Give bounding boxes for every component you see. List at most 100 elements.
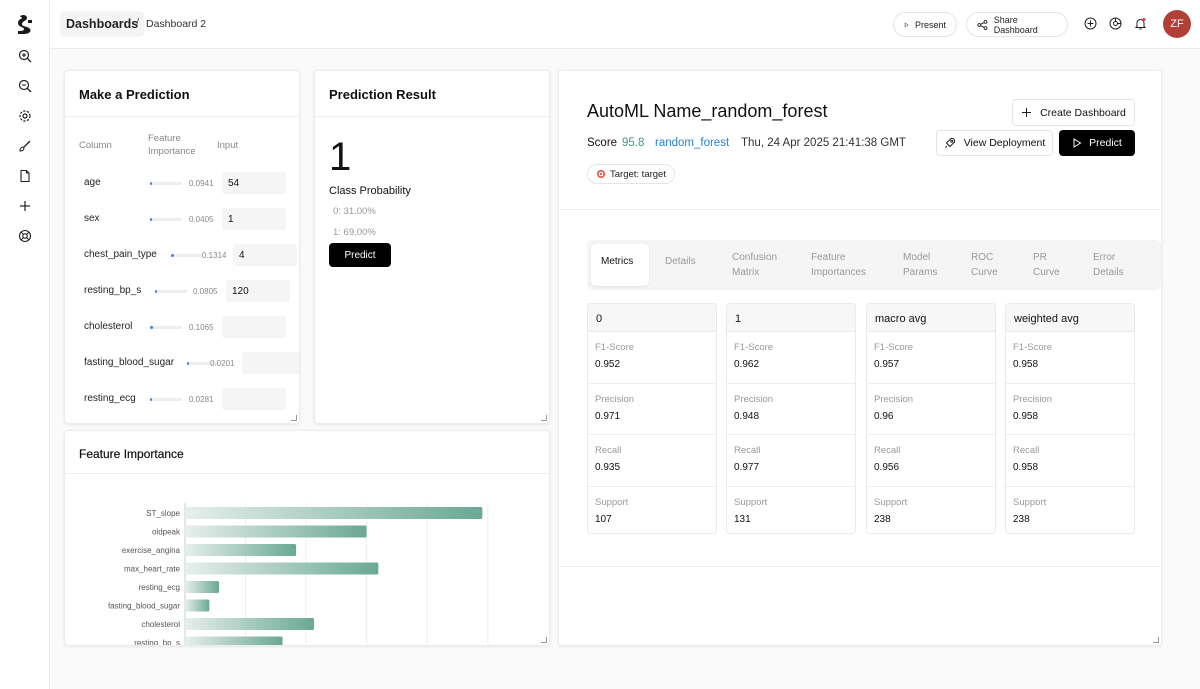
importance-value: 0.0941 [189, 179, 214, 188]
importance-bar-fill [150, 182, 152, 185]
feature-name: sex [84, 213, 100, 224]
tab-metrics[interactable]: Metrics [591, 244, 649, 286]
bar-resting_ecg[interactable] [185, 581, 220, 593]
column-header-column: Column [79, 140, 112, 151]
resize-handle[interactable] [541, 415, 547, 421]
notification-bell-icon[interactable] [1132, 15, 1148, 31]
tick-label-fasting_blood_sugar: fasting_blood_sugar [108, 602, 180, 611]
feature-input[interactable] [233, 244, 297, 266]
breadcrumb-dashboards[interactable]: Dashboards [60, 11, 145, 37]
tab-error[interactable]: Error Details [1093, 244, 1151, 286]
metric-cell-precision: Precision 0.96 [867, 384, 995, 435]
tab-label-line2: Curve [971, 267, 998, 278]
feature-row: fasting_blood_sugar 0.0201 [79, 352, 299, 374]
zoom-out-icon[interactable] [15, 76, 35, 96]
bar-max_heart_rate[interactable] [185, 562, 379, 575]
feature-name: age [84, 177, 101, 188]
metric-label: F1-Score [734, 342, 774, 353]
metric-value: 0.948 [734, 410, 760, 422]
feature-input[interactable] [222, 208, 286, 230]
metric-cell-f1: F1-Score 0.962 [727, 332, 855, 384]
importance-value: 0.0281 [189, 395, 214, 404]
metric-card: 1 F1-Score 0.962 Precision 0.948 Recall 0.977 S… [726, 303, 856, 534]
automl-predict-button[interactable]: Predict [1059, 130, 1135, 156]
theme-settings-icon[interactable] [1107, 15, 1123, 31]
metric-cell-recall: Recall 0.935 [588, 435, 716, 487]
document-icon[interactable] [15, 166, 35, 186]
tab-feature[interactable]: Feature Importances [811, 244, 891, 286]
share-dashboard-label: Share Dashboard [993, 14, 1038, 35]
present-button[interactable]: Present [893, 12, 957, 37]
bar-fasting_blood_sugar[interactable] [185, 599, 210, 612]
bar-resting_bp_s[interactable] [185, 636, 283, 647]
share-icon [977, 19, 988, 30]
importance-bar [171, 254, 203, 257]
plus-icon[interactable] [15, 196, 35, 216]
tab-label-line1: Error [1093, 252, 1116, 263]
tab-label-line1: Feature [811, 252, 846, 263]
column-header-importance: Feature Importance [148, 133, 196, 157]
prediction-result-title: Prediction Result [329, 87, 436, 102]
tab-model[interactable]: Model Params [903, 244, 957, 286]
model-link[interactable]: random_forest [655, 137, 729, 149]
importance-bar [150, 326, 182, 329]
metric-value: 0.962 [734, 359, 760, 370]
feature-input[interactable] [242, 352, 299, 374]
add-circle-icon[interactable] [1082, 15, 1098, 31]
view-deployment-label: View Deployment [963, 137, 1046, 149]
metric-label: Support [734, 496, 768, 508]
importance-bar-fill [150, 326, 153, 329]
automl-predict-label: Predict [1089, 137, 1122, 149]
tick-label-oldpeak: oldpeak [152, 528, 181, 537]
breadcrumb-separator: / [136, 17, 140, 29]
tab-details[interactable]: Details [665, 244, 719, 286]
tab-pr[interactable]: PR Curve [1033, 244, 1079, 286]
feature-input[interactable] [226, 280, 290, 302]
bar-oldpeak[interactable] [185, 525, 367, 538]
zoom-in-icon[interactable] [15, 46, 35, 66]
metric-value: 0.96 [874, 410, 894, 422]
app-logo-icon[interactable] [13, 12, 37, 36]
brush-icon[interactable] [15, 136, 35, 156]
bar-ST_slope[interactable] [185, 507, 483, 519]
metric-cell-f1: F1-Score 0.957 [867, 332, 995, 384]
metric-cell-precision: Precision 0.948 [727, 384, 855, 435]
importance-bar-fill [171, 254, 174, 257]
bar-cholesterol[interactable] [185, 618, 314, 630]
resize-handle[interactable] [1153, 637, 1159, 643]
score-label: Score [587, 137, 618, 149]
settings-icon[interactable] [15, 106, 35, 126]
feature-input[interactable] [222, 388, 286, 410]
importance-bar-fill [155, 290, 157, 293]
feature-input[interactable] [222, 172, 286, 194]
metric-cell-support: Support 131 [727, 487, 855, 534]
metric-cell-f1: F1-Score 0.952 [588, 332, 716, 384]
resize-handle[interactable] [541, 637, 547, 643]
importance-bar [155, 290, 187, 293]
create-dashboard-button[interactable]: Create Dashboard [1012, 99, 1135, 126]
column-header-input: Input [217, 140, 239, 151]
tick-label-cholesterol: cholesterol [141, 620, 180, 629]
tab-label-line2: Importances [811, 267, 867, 278]
tab-roc[interactable]: ROC Curve [971, 244, 1019, 286]
view-deployment-button[interactable]: View Deployment [936, 130, 1053, 156]
tab-label-line1: Model [903, 252, 931, 263]
metric-value: 0.958 [1013, 410, 1039, 422]
metric-label: Precision [595, 393, 635, 405]
feature-input[interactable] [222, 316, 286, 338]
help-icon[interactable] [15, 226, 35, 246]
metric-value: 0.952 [595, 359, 621, 370]
tick-label-max_heart_rate: max_heart_rate [124, 565, 181, 574]
feature-row: resting_bp_s 0.0805 [79, 280, 290, 302]
user-avatar[interactable]: ZF [1163, 10, 1191, 38]
metric-card-title: 0 [588, 304, 716, 332]
metric-label: Recall [874, 445, 901, 456]
share-dashboard-button[interactable]: Share Dashboard [966, 12, 1068, 37]
metric-label: F1-Score [1013, 342, 1053, 353]
resize-handle[interactable] [291, 415, 297, 421]
tab-confusion[interactable]: Confusion Matrix [732, 244, 798, 286]
metric-value: 238 [1013, 513, 1030, 525]
importance-bar-fill [150, 218, 152, 221]
predict-button[interactable]: Predict [329, 243, 391, 267]
bar-exercise_angina[interactable] [185, 544, 297, 556]
